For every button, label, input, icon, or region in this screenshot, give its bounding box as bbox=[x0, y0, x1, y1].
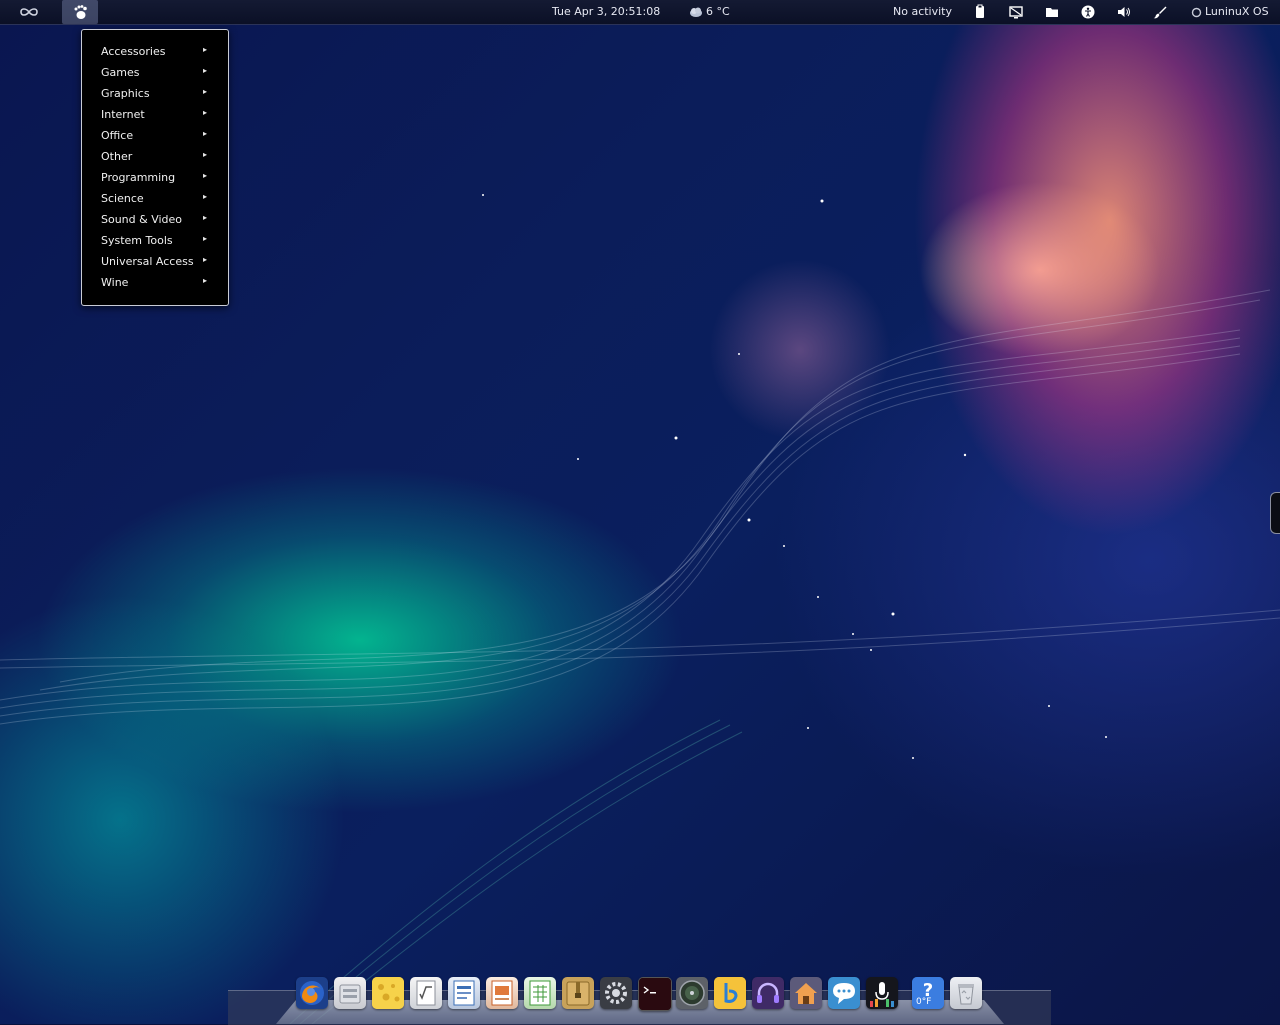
submenu-arrow-icon: ▸ bbox=[203, 129, 208, 138]
menu-item-label: Office bbox=[101, 129, 134, 142]
clipboard-icon[interactable] bbox=[972, 4, 988, 20]
gnome-foot-icon bbox=[74, 5, 87, 19]
bluetooth-icon bbox=[714, 977, 746, 1009]
menu-item-wine[interactable]: Wine ▸ bbox=[82, 272, 228, 293]
submenu-arrow-icon: ▸ bbox=[203, 171, 208, 180]
dock-item-firefox[interactable] bbox=[296, 977, 328, 1009]
dock-item-chat[interactable] bbox=[828, 977, 860, 1009]
dock-item-impress[interactable] bbox=[486, 977, 518, 1009]
menu-item-games[interactable]: Games ▸ bbox=[82, 62, 228, 83]
menu-item-graphics[interactable]: Graphics ▸ bbox=[82, 83, 228, 104]
menu-item-label: Other bbox=[101, 150, 133, 163]
clock[interactable]: Tue Apr 3, 20:51:08 bbox=[552, 0, 660, 24]
submenu-arrow-icon: ▸ bbox=[203, 66, 208, 75]
weather-temperature: 6 °C bbox=[706, 5, 730, 18]
dock-item-home[interactable] bbox=[790, 977, 822, 1009]
libreoffice-impress-icon bbox=[491, 980, 513, 1006]
brush-icon[interactable] bbox=[1152, 4, 1168, 20]
menu-item-programming[interactable]: Programming ▸ bbox=[82, 167, 228, 188]
disk-utility-icon bbox=[679, 980, 705, 1006]
activity-status[interactable]: No activity bbox=[893, 0, 952, 24]
menu-item-label: Programming bbox=[101, 171, 176, 184]
dock-item-math[interactable] bbox=[410, 977, 442, 1009]
submenu-arrow-icon: ▸ bbox=[203, 192, 208, 201]
libreoffice-writer-icon bbox=[453, 980, 475, 1006]
dock-item-weather-help[interactable]: ? 0°F bbox=[912, 977, 944, 1009]
user-name: LuninuX OS bbox=[1205, 5, 1269, 18]
menu-item-science[interactable]: Science ▸ bbox=[82, 188, 228, 209]
dock-item-archive[interactable] bbox=[562, 977, 594, 1009]
menu-item-label: Universal Access bbox=[101, 255, 194, 268]
top-panel: Tue Apr 3, 20:51:08 6 °C No activity Lun… bbox=[0, 0, 1280, 25]
libreoffice-calc-icon bbox=[529, 980, 551, 1006]
dock-item-calc[interactable] bbox=[524, 977, 556, 1009]
menu-item-label: Graphics bbox=[101, 87, 150, 100]
message-tray-handle[interactable] bbox=[1270, 492, 1280, 534]
dock-item-cheese[interactable] bbox=[372, 977, 404, 1009]
cheese-icon bbox=[372, 977, 404, 1009]
dock-item-settings[interactable] bbox=[600, 977, 632, 1009]
menu-item-label: System Tools bbox=[101, 234, 173, 247]
dock-item-recorder[interactable] bbox=[866, 977, 898, 1009]
libreoffice-math-icon bbox=[416, 980, 436, 1006]
infinity-icon bbox=[20, 8, 38, 16]
system-settings-icon bbox=[605, 982, 627, 1004]
trash-icon bbox=[958, 984, 974, 1005]
archive-manager-icon bbox=[566, 981, 590, 1006]
volume-icon[interactable] bbox=[1116, 4, 1132, 20]
dock-item-terminal[interactable] bbox=[638, 977, 672, 1011]
activities-button[interactable] bbox=[17, 3, 41, 21]
menu-item-label: Wine bbox=[101, 276, 129, 289]
user-status-icon bbox=[1191, 7, 1202, 18]
cloud-weather-icon bbox=[690, 7, 702, 17]
submenu-arrow-icon: ▸ bbox=[203, 87, 208, 96]
submenu-arrow-icon: ▸ bbox=[203, 234, 208, 243]
accessibility-icon[interactable] bbox=[1080, 4, 1096, 20]
audio-recorder-icon bbox=[870, 982, 894, 1007]
dock-item-bluetooth[interactable] bbox=[714, 977, 746, 1009]
menu-item-label: Internet bbox=[101, 108, 145, 121]
submenu-arrow-icon: ▸ bbox=[203, 213, 208, 222]
chat-icon bbox=[833, 983, 855, 1004]
menu-item-office[interactable]: Office ▸ bbox=[82, 125, 228, 146]
menu-item-label: Sound & Video bbox=[101, 213, 183, 226]
firefox-icon bbox=[300, 981, 324, 1005]
submenu-arrow-icon: ▸ bbox=[203, 150, 208, 159]
menu-item-accessories[interactable]: Accessories ▸ bbox=[82, 41, 228, 62]
menu-item-internet[interactable]: Internet ▸ bbox=[82, 104, 228, 125]
applications-menu-button[interactable] bbox=[62, 0, 98, 24]
dock-item-music[interactable] bbox=[752, 977, 784, 1009]
dock-item-writer[interactable] bbox=[448, 977, 480, 1009]
submenu-arrow-icon: ▸ bbox=[203, 276, 208, 285]
submenu-arrow-icon: ▸ bbox=[203, 255, 208, 264]
menu-item-universal-access[interactable]: Universal Access ▸ bbox=[82, 251, 228, 272]
home-app-icon bbox=[795, 983, 817, 1004]
dock-item-trash[interactable] bbox=[950, 977, 982, 1009]
display-icon[interactable] bbox=[1008, 4, 1024, 20]
menu-item-sound-video[interactable]: Sound & Video ▸ bbox=[82, 209, 228, 230]
menu-item-other[interactable]: Other ▸ bbox=[82, 146, 228, 167]
dock-item-weather-label: 0°F bbox=[916, 997, 932, 1007]
menu-item-label: Games bbox=[101, 66, 140, 79]
applications-menu: Accessories ▸ Games ▸ Graphics ▸ Interne… bbox=[81, 29, 229, 306]
submenu-arrow-icon: ▸ bbox=[203, 45, 208, 54]
dock-item-disk-utility[interactable] bbox=[676, 977, 708, 1009]
submenu-arrow-icon: ▸ bbox=[203, 108, 208, 117]
menu-item-system-tools[interactable]: System Tools ▸ bbox=[82, 230, 228, 251]
menu-item-label: Accessories bbox=[101, 45, 166, 58]
menu-item-label: Science bbox=[101, 192, 144, 205]
terminal-icon bbox=[639, 978, 671, 1010]
file-manager-icon bbox=[339, 984, 361, 1004]
folder-icon[interactable] bbox=[1044, 4, 1060, 20]
dock-item-files[interactable] bbox=[334, 977, 366, 1009]
music-player-icon bbox=[757, 982, 779, 1003]
